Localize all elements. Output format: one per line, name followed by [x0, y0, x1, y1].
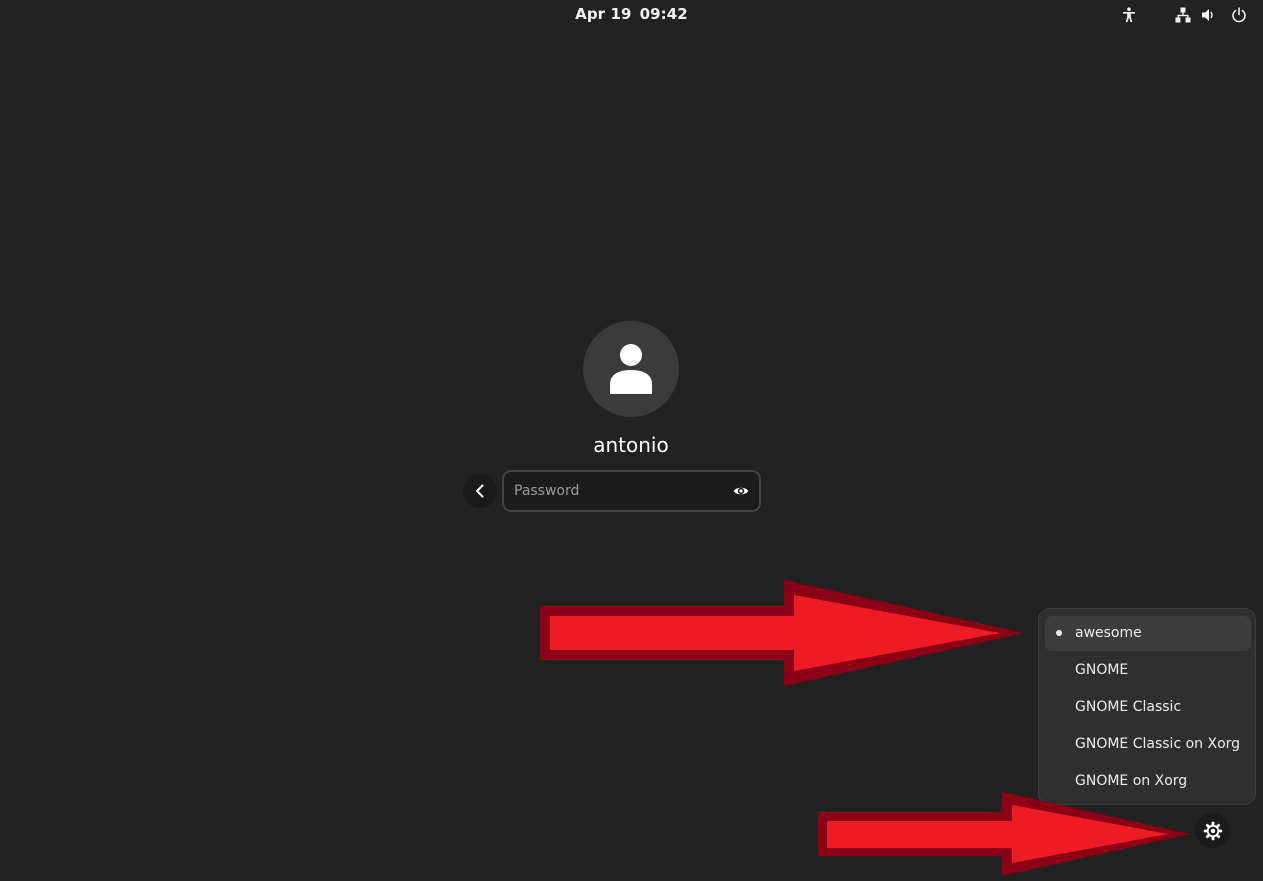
annotation-arrow-lower	[818, 792, 1190, 876]
network-icon[interactable]	[1173, 5, 1193, 25]
user-icon	[610, 344, 652, 394]
chevron-left-icon	[476, 484, 484, 498]
session-item-label: GNOME Classic	[1075, 699, 1182, 715]
back-button[interactable]	[463, 474, 497, 508]
gear-icon	[1203, 821, 1222, 840]
top-bar: Apr 19 09:42	[0, 0, 1263, 30]
session-settings-button[interactable]	[1195, 813, 1230, 848]
session-item-label: GNOME on Xorg	[1075, 773, 1188, 789]
reveal-password-button[interactable]	[732, 482, 750, 500]
session-item-label: GNOME Classic on Xorg	[1075, 736, 1241, 752]
power-icon[interactable]	[1229, 5, 1249, 25]
password-field[interactable]	[502, 470, 761, 512]
clock[interactable]: Apr 19 09:42	[0, 5, 1263, 23]
session-item-gnome-classic[interactable]: GNOME Classic	[1045, 690, 1251, 725]
clock-time: 09:42	[639, 5, 688, 23]
session-item-gnome-classic-xorg[interactable]: GNOME Classic on Xorg	[1045, 727, 1251, 762]
session-item-label: GNOME	[1075, 662, 1129, 678]
clock-date: Apr 19	[575, 5, 632, 23]
session-item-label: awesome	[1075, 625, 1142, 641]
password-input[interactable]	[514, 472, 714, 510]
session-menu: awesome GNOME GNOME Classic GNOME Classi…	[1038, 608, 1256, 805]
session-item-awesome[interactable]: awesome	[1045, 616, 1251, 651]
accessibility-icon[interactable]	[1119, 5, 1139, 25]
eye-icon	[733, 487, 749, 495]
user-avatar	[583, 321, 679, 417]
volume-icon[interactable]	[1199, 5, 1219, 25]
session-item-gnome[interactable]: GNOME	[1045, 653, 1251, 688]
selected-bullet-icon	[1056, 630, 1062, 636]
username-label: antonio	[593, 433, 669, 457]
annotation-arrow-upper	[540, 580, 1024, 686]
login-screen: Apr 19 09:42 antonio awesome GNOME GNOME…	[0, 0, 1263, 881]
